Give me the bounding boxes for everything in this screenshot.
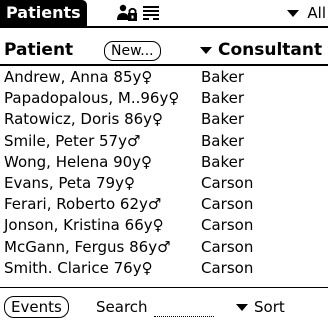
list-item[interactable]: McGann, Fergus 86y♂ Carson (0, 237, 328, 258)
list-item[interactable]: Evans, Peta 79y♀ Carson (0, 173, 328, 194)
patient-name: Evans, Peta 79y♀ (4, 173, 135, 192)
patient-consultant: Baker (201, 89, 245, 108)
footer-bar: Events Search Sort (0, 292, 328, 324)
title-bar: Patients All (0, 0, 328, 30)
patient-name: Jonson, Kristina 66y♀ (4, 216, 164, 235)
patient-list: Andrew, Anna 85y♀ Baker Papadopalous, M.… (0, 67, 328, 279)
patient-name: McGann, Fergus 86y♂ (4, 237, 171, 256)
patient-consultant: Baker (201, 68, 245, 86)
patient-consultant: Carson (201, 195, 254, 214)
patient-consultant: Baker (201, 131, 245, 150)
patient-consultant: Baker (201, 152, 245, 171)
patient-consultant: Baker (201, 110, 245, 129)
list-item[interactable]: Smile, Peter 57y♂ Baker (0, 131, 328, 152)
patient-name: Smith. Clarice 76y♀ (4, 258, 153, 277)
category-label: All (307, 4, 326, 22)
chevron-down-icon (236, 303, 248, 311)
events-button[interactable]: Events (4, 296, 69, 318)
chevron-down-icon (287, 9, 300, 17)
list-bottom-divider (0, 287, 328, 288)
title-divider (0, 26, 328, 28)
list-item[interactable]: Andrew, Anna 85y♀ Baker (0, 67, 328, 88)
list-item[interactable]: Jonson, Kristina 66y♀ Carson (0, 215, 328, 236)
chevron-down-icon (200, 46, 212, 54)
patient-column-header[interactable]: Patient (4, 40, 73, 60)
search-label: Search (96, 298, 148, 316)
patient-consultant: Carson (201, 237, 254, 256)
patient-consultant: Carson (201, 216, 254, 235)
filter-lines-icon[interactable] (142, 3, 160, 23)
patient-name: Papadopalous, M..96y♀ (4, 89, 180, 108)
app-title[interactable]: Patients (0, 0, 87, 26)
list-item[interactable]: Ferari, Roberto 62y♂ Carson (0, 194, 328, 215)
list-item[interactable]: Smith. Clarice 76y♀ Carson (0, 258, 328, 279)
person-lock-icon[interactable] (116, 3, 138, 23)
new-patient-button[interactable]: New... (104, 41, 161, 61)
search-input[interactable] (154, 298, 214, 317)
patients-screen: Patients All Patient New... Consultant A… (0, 0, 328, 326)
header-divider (0, 64, 328, 66)
list-item[interactable]: Wong, Helena 90y♀ Baker (0, 152, 328, 173)
consultant-column-selector[interactable]: Consultant (200, 40, 322, 60)
sort-label: Sort (254, 298, 285, 316)
patient-name: Andrew, Anna 85y♀ (4, 68, 153, 86)
category-selector[interactable]: All (287, 2, 326, 24)
patient-consultant: Carson (201, 258, 254, 277)
consultant-column-header: Consultant (218, 40, 323, 60)
list-item[interactable]: Ratowicz, Doris 86y♀ Baker (0, 109, 328, 130)
sort-selector[interactable]: Sort (236, 296, 285, 318)
list-header: Patient New... Consultant (0, 36, 328, 66)
patient-name: Ratowicz, Doris 86y♀ (4, 110, 164, 129)
list-item[interactable]: Papadopalous, M..96y♀ Baker (0, 88, 328, 109)
patient-consultant: Carson (201, 173, 254, 192)
patient-name: Wong, Helena 90y♀ (4, 152, 153, 171)
patient-name: Smile, Peter 57y♂ (4, 131, 141, 150)
patient-name: Ferari, Roberto 62y♂ (4, 195, 162, 214)
title-icons (116, 3, 160, 23)
